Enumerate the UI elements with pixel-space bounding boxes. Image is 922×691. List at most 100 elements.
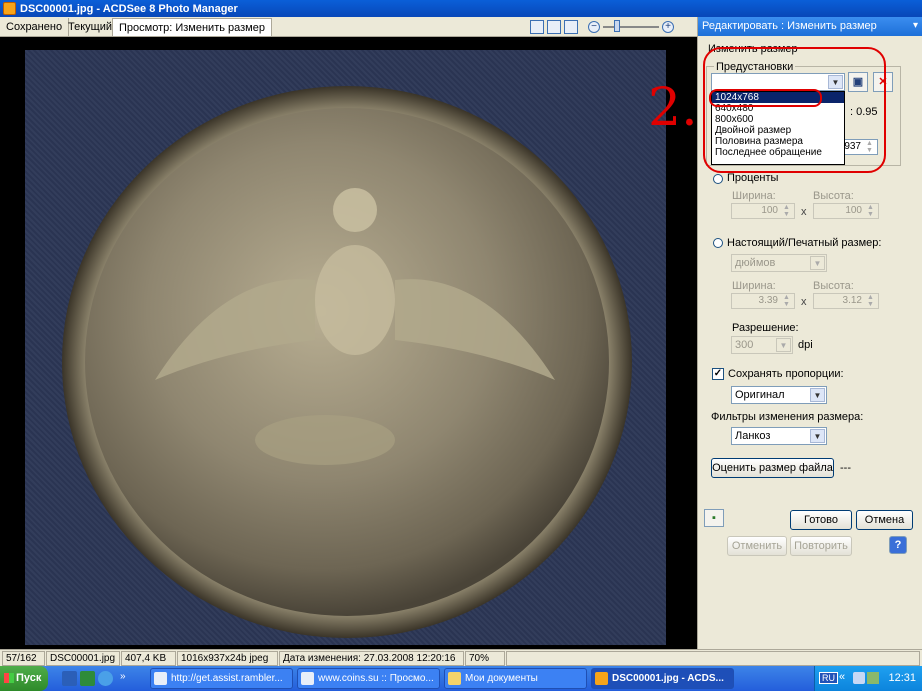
help-icon[interactable]: ? — [889, 536, 907, 554]
browser-icon — [301, 672, 314, 685]
percent-radio[interactable] — [713, 174, 723, 184]
navigator-icon[interactable] — [564, 20, 578, 34]
network-icon[interactable] — [853, 672, 865, 684]
percent-width-spin[interactable]: 100 ▲ ▼ — [731, 203, 795, 219]
estimate-size-button[interactable]: Оценить размер файла — [711, 458, 834, 478]
status-bar: 57/162 DSC00001.jpg 407,4 KB 1016x937x24… — [0, 649, 922, 666]
system-tray: RU « 12:31 — [814, 666, 922, 691]
x-separator: x — [801, 296, 807, 308]
print-height-label: Высота: — [813, 280, 854, 292]
panel-header: Редактировать : Изменить размер ▾ — [698, 17, 922, 36]
zoom-in-icon[interactable]: + — [662, 21, 674, 33]
print-height-spin[interactable]: 3.12 ▲ ▼ — [813, 293, 879, 309]
spin-arrows-icon[interactable]: ▲ ▼ — [780, 294, 793, 308]
status-filesize: 407,4 KB — [121, 651, 176, 666]
x-separator: x — [801, 206, 807, 218]
tab-preview-resize[interactable]: Просмотр: Изменить размер — [112, 18, 272, 36]
chevron-down-icon[interactable]: ▼ — [810, 429, 825, 443]
internet-explorer-icon[interactable] — [98, 671, 113, 686]
windows-flag-icon — [4, 673, 14, 683]
eagle-ribbon — [255, 415, 395, 465]
zoom-out-icon[interactable]: − — [588, 21, 600, 33]
fit-image-icon[interactable] — [547, 20, 561, 34]
print-width-label: Ширина: — [732, 280, 776, 292]
units-combo[interactable]: дюймов ▼ — [731, 254, 827, 272]
print-height-value: 3.12 — [842, 295, 862, 306]
word-icon[interactable] — [62, 671, 77, 686]
print-width-value: 3.39 — [758, 295, 778, 306]
filter-value: Ланкоз — [735, 430, 771, 442]
cancel-button[interactable]: Отмена — [856, 510, 913, 530]
browser-icon — [154, 672, 167, 685]
acdsee-icon — [595, 672, 608, 685]
print-size-radio[interactable] — [713, 238, 723, 248]
coin-photo — [25, 50, 666, 645]
keep-ratio-checkbox[interactable]: ✓ — [712, 368, 724, 380]
tab-current[interactable]: Текущий — [62, 18, 119, 36]
units-value: дюймов — [735, 257, 776, 269]
tab-saved[interactable]: Сохранено — [0, 18, 70, 36]
folder-icon — [448, 672, 461, 685]
start-button[interactable]: Пуск — [0, 666, 48, 691]
keep-ratio-label: Сохранять пропорции: — [728, 368, 844, 380]
tray-app-icon[interactable] — [867, 672, 879, 684]
keep-ratio-value: Оригинал — [735, 389, 785, 401]
image-viewer — [0, 37, 697, 649]
percent-height-label: Высота: — [813, 190, 854, 202]
chevron-down-icon[interactable]: ▼ — [776, 338, 791, 352]
tools-icon[interactable]: ▪ — [704, 509, 724, 527]
task-label: DSC00001.jpg - ACDS... — [612, 673, 724, 684]
chevron-down-icon[interactable]: ▼ — [810, 388, 825, 402]
excel-icon[interactable] — [80, 671, 95, 686]
percent-width-value: 100 — [761, 205, 778, 216]
resolution-label: Разрешение: — [732, 322, 799, 334]
red-annotation-circle — [703, 47, 886, 173]
task-label: www.coins.su :: Просмо... — [318, 673, 434, 684]
pin-icon[interactable]: ▾ — [913, 20, 918, 31]
taskbar-item[interactable]: www.coins.su :: Просмо... — [297, 668, 440, 689]
taskbar-item-active[interactable]: DSC00001.jpg - ACDS... — [591, 668, 734, 689]
clock: 12:31 — [888, 672, 916, 684]
spin-arrows-icon[interactable]: ▲ ▼ — [864, 204, 877, 218]
window-title: DSC00001.jpg - ACDSee 8 Photo Manager — [20, 2, 238, 15]
language-indicator[interactable]: RU — [819, 672, 838, 684]
percent-height-value: 100 — [845, 205, 862, 216]
status-filename: DSC00001.jpg — [46, 651, 120, 666]
taskbar-item[interactable]: http://get.assist.rambler... — [150, 668, 293, 689]
percent-height-spin[interactable]: 100 ▲ ▼ — [813, 203, 879, 219]
keep-ratio-combo[interactable]: Оригинал ▼ — [731, 386, 827, 404]
done-button[interactable]: Готово — [790, 510, 852, 530]
status-modified: Дата изменения: 27.03.2008 12:20:16 — [279, 651, 464, 666]
estimate-value: --- — [840, 462, 851, 474]
toolbar: Сохранено Текущий Просмотр: Изменить раз… — [0, 17, 697, 37]
taskbar-item[interactable]: Мои документы — [444, 668, 587, 689]
acdsee-app-icon — [3, 2, 16, 15]
eagle-crown — [333, 188, 377, 232]
tray-expand-icon[interactable]: « — [839, 671, 845, 683]
undo-button[interactable]: Отменить — [727, 536, 787, 556]
actual-size-icon[interactable] — [530, 20, 544, 34]
resolution-value: 300 — [735, 339, 754, 351]
status-index: 57/162 — [2, 651, 45, 666]
coin-image — [62, 86, 632, 638]
redo-button[interactable]: Повторить — [790, 536, 852, 556]
dpi-label: dpi — [798, 339, 813, 351]
filter-combo[interactable]: Ланкоз ▼ — [731, 427, 827, 445]
spin-arrows-icon[interactable]: ▲ ▼ — [780, 204, 793, 218]
start-label: Пуск — [16, 672, 42, 684]
percent-label: Проценты — [727, 172, 779, 184]
chevron-down-icon[interactable]: ▼ — [810, 256, 825, 270]
title-bar: DSC00001.jpg - ACDSee 8 Photo Manager — [0, 0, 922, 17]
status-zoom: 70% — [465, 651, 505, 666]
task-label: http://get.assist.rambler... — [171, 673, 283, 684]
print-width-spin[interactable]: 3.39 ▲ ▼ — [731, 293, 795, 309]
filters-label: Фильтры изменения размера: — [711, 411, 864, 423]
zoom-slider-track[interactable] — [603, 26, 659, 28]
panel-title: Редактировать : Изменить размер — [702, 20, 877, 32]
print-size-label: Настоящий/Печатный размер: — [727, 237, 882, 249]
expand-quicklaunch-icon[interactable]: » — [120, 671, 130, 686]
spin-arrows-icon[interactable]: ▲ ▼ — [864, 294, 877, 308]
red-annotation-highlight — [709, 89, 822, 107]
resolution-combo[interactable]: 300 ▼ — [731, 336, 793, 354]
zoom-slider-thumb[interactable] — [614, 20, 620, 32]
